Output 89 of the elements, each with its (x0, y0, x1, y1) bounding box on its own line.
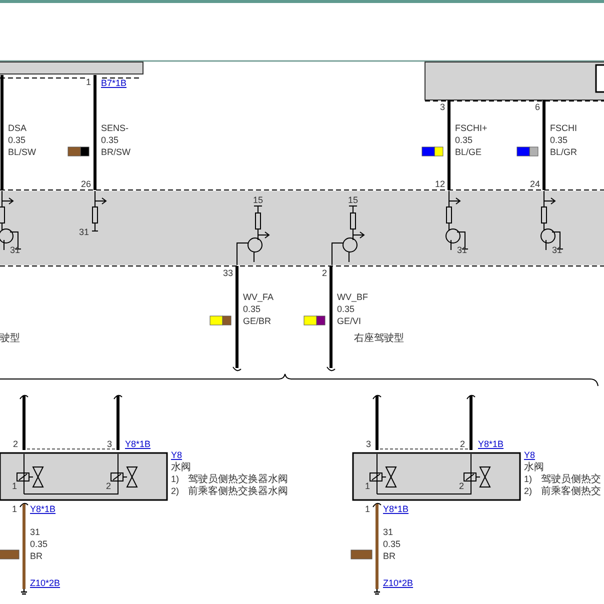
wire-signal-label: WV_FA (243, 292, 274, 302)
ground-label: 31 (10, 245, 20, 255)
wire-gauge-label: 0.35 (455, 135, 473, 145)
legend-number: 2) (171, 486, 180, 496)
ground-icon (20, 588, 28, 595)
wire-signal-label: WV_BF (337, 292, 368, 302)
variant-label: 驶型 (0, 333, 20, 344)
pin-number: 1 (86, 77, 91, 87)
wire-line (376, 396, 378, 450)
pin-number: 3 (440, 102, 445, 112)
wire-signal-label: DSA (8, 123, 27, 133)
pin-number: 2 (106, 481, 111, 491)
pin-number: 2 (460, 439, 465, 449)
connector-link[interactable]: Y8*1B (383, 504, 409, 514)
wire-break-icon (232, 366, 242, 372)
wire-color-code: BR (383, 551, 396, 561)
legend-text: 前乘客侧热交换器水阀 (188, 486, 288, 497)
connector-link[interactable]: Y8*1B (125, 439, 151, 449)
connector-link[interactable]: Y8*1B (478, 439, 504, 449)
wire-gauge-label: 0.35 (30, 539, 48, 549)
wire-line (470, 396, 472, 450)
pin-number: 26 (80, 179, 91, 189)
wire-gauge-label: 0.35 (337, 304, 355, 314)
ground-icon (373, 588, 381, 595)
ground-label: 31 (552, 245, 562, 255)
pin-number: 3 (106, 439, 112, 449)
wire-gauge-label: 0.35 (550, 135, 568, 145)
color-swatch (68, 146, 90, 156)
wire-gauge-label: 0.35 (243, 304, 261, 314)
component-id-link[interactable]: Y8 (524, 450, 536, 460)
legend-number: 1) (524, 474, 532, 484)
ground-label: 31 (78, 227, 89, 237)
wire-break-icon (466, 394, 476, 400)
pin-number: 2 (12, 439, 18, 449)
wire-signal-label: 31 (383, 527, 394, 537)
wire-color-code: BL/GE (455, 147, 482, 157)
wire-signal-label: FSCHI+ (455, 123, 488, 133)
color-swatch (304, 316, 326, 326)
pin-number: 3 (366, 439, 371, 449)
wire-break-icon (326, 366, 336, 372)
color-swatch (422, 146, 444, 156)
connector-link[interactable]: Z10*2B (383, 578, 414, 588)
component-name: 水阀 (524, 462, 544, 473)
wire-line (22, 396, 26, 450)
wire-color-code: GE/VI (337, 316, 362, 326)
supply-label: 15 (253, 195, 263, 205)
component-name: 水阀 (171, 462, 191, 473)
wire-gauge-label: 0.35 (8, 135, 26, 145)
wire-color-code: BL/SW (8, 147, 36, 157)
wire-signal-label: 31 (30, 527, 40, 537)
pin-number: 12 (434, 179, 445, 189)
wire-break-icon (114, 394, 122, 400)
pin-number: 2 (322, 268, 327, 278)
wire-signal-label: FSCHI (550, 123, 577, 133)
wire-color-code: BR (30, 551, 43, 561)
pin-number: 1 (364, 504, 370, 514)
wire-color-code: BL/GR (550, 147, 578, 157)
pin-number: 1 (12, 504, 17, 514)
wire-gauge-label: 0.35 (101, 135, 119, 145)
variant-label: 右座驾驶型 (354, 333, 404, 344)
wire-line (116, 396, 120, 450)
supply-label: 15 (348, 195, 358, 205)
legend-text: 驾驶员侧热交换器水阀 (188, 474, 288, 485)
wire-color-code: BR/SW (101, 147, 131, 157)
pin-number: 24 (530, 179, 540, 189)
legend-text: 前乘客侧热交 (541, 486, 601, 497)
component-id-link[interactable]: Y8 (171, 450, 182, 460)
legend-number: 2) (524, 486, 532, 496)
pin-number: 1 (12, 481, 17, 491)
pin-number: 6 (534, 102, 540, 112)
color-swatch (210, 316, 232, 326)
pin-number: 1 (364, 481, 370, 491)
wire-break-icon (20, 502, 28, 508)
wire-color-code: GE/BR (243, 316, 272, 326)
connector-link[interactable]: Y8*1B (30, 504, 56, 514)
wire-break-icon (372, 502, 382, 508)
wire-break-icon (20, 394, 28, 400)
connector-link[interactable]: Z10*2B (30, 578, 60, 588)
ground-label: 31 (457, 245, 468, 255)
connector-link[interactable]: B7*1B (101, 78, 127, 88)
pin-number: 33 (222, 268, 233, 278)
color-swatch (516, 146, 538, 156)
wire-signal-label: SENS- (101, 123, 129, 133)
pin-number: 2 (458, 481, 464, 491)
wire-break-icon (372, 394, 382, 400)
legend-number: 1) (171, 474, 180, 484)
wire-gauge-label: 0.35 (383, 539, 401, 549)
legend-text: 驾驶员侧热交 (541, 474, 601, 485)
resistor-circuit-drawing (92, 190, 107, 232)
